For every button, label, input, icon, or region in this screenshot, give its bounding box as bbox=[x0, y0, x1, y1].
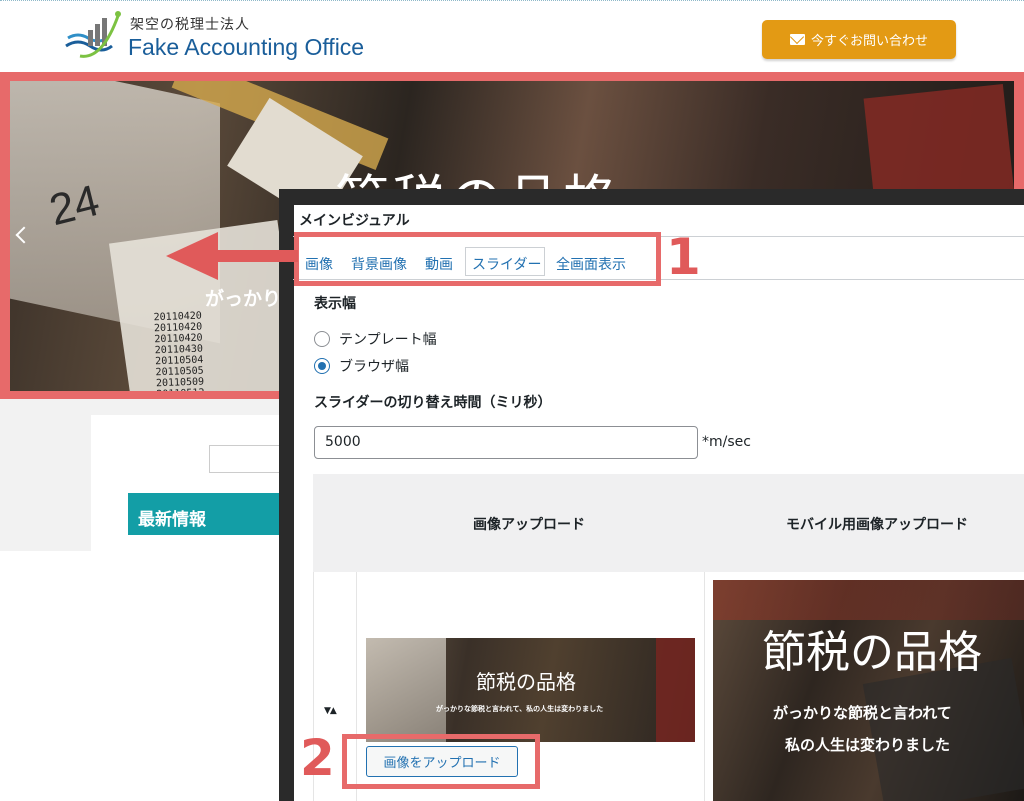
thumb-red bbox=[656, 638, 695, 742]
callout-box-upload bbox=[342, 734, 540, 789]
radio-label: ブラウザ幅 bbox=[339, 359, 409, 375]
callout-box-tabs bbox=[294, 232, 661, 286]
callout-arrow-line bbox=[216, 250, 298, 262]
page: 架空の税理士法人 Fake Accounting Office 今すぐお問い合わ… bbox=[0, 0, 1024, 801]
sort-arrows-icon[interactable]: ▼▲ bbox=[324, 706, 337, 716]
slider-time-unit: *m/sec bbox=[702, 434, 751, 450]
callout-arrow-head bbox=[166, 232, 218, 280]
slider-time-label: スライダーの切り替え時間（ミリ秒） bbox=[314, 395, 552, 411]
display-width-label: 表示幅 bbox=[314, 296, 356, 312]
mobile-image-red bbox=[713, 580, 1024, 620]
thumbnail-title: 節税の品格 bbox=[476, 670, 576, 694]
mobile-image-subtitle-2: 私の人生は変わりました bbox=[785, 736, 951, 754]
contact-button[interactable]: 今すぐお問い合わせ bbox=[762, 20, 956, 59]
search-input[interactable] bbox=[209, 445, 281, 473]
logo-name[interactable]: Fake Accounting Office bbox=[128, 34, 364, 61]
callout-number-2: 2 bbox=[300, 729, 335, 787]
site-header: 架空の税理士法人 Fake Accounting Office 今すぐお問い合わ… bbox=[0, 2, 1024, 72]
radio-label: テンプレート幅 bbox=[339, 332, 437, 348]
thumb-paper bbox=[366, 638, 446, 742]
thumbnail-subtitle: がっかりな節税と言われて、私の人生は変わりました bbox=[436, 705, 604, 713]
radio-template-width[interactable]: テンプレート幅 bbox=[314, 330, 437, 348]
hero-subtitle: がっかり bbox=[205, 288, 282, 310]
radio-button[interactable] bbox=[314, 331, 330, 347]
column-header-image-upload: 画像アップロード bbox=[473, 517, 585, 533]
contact-button-label: 今すぐお問い合わせ bbox=[810, 34, 928, 49]
mobile-image-preview: 節税の品格 がっかりな節税と言われて 私の人生は変わりました bbox=[713, 580, 1024, 801]
panel-title: メインビジュアル bbox=[299, 213, 410, 229]
image-thumbnail: 節税の品格 がっかりな節税と言われて、私の人生は変わりました bbox=[366, 638, 695, 742]
mobile-image-title: 節税の品格 bbox=[762, 627, 982, 678]
logo-subtitle: 架空の税理士法人 bbox=[130, 17, 250, 33]
news-heading: 最新情報 bbox=[128, 493, 280, 535]
radio-button-checked[interactable] bbox=[314, 358, 330, 374]
mail-icon bbox=[789, 34, 805, 45]
logo-icon[interactable] bbox=[62, 8, 122, 68]
column-header-mobile-image-upload: モバイル用画像アップロード bbox=[786, 517, 968, 533]
callout-number-1: 1 bbox=[666, 228, 701, 286]
slider-time-input[interactable]: 5000 bbox=[314, 426, 698, 459]
cell-divider bbox=[704, 572, 705, 801]
mobile-image-subtitle-1: がっかりな節税と言われて bbox=[773, 704, 952, 722]
radio-browser-width[interactable]: ブラウザ幅 bbox=[314, 357, 409, 375]
hero-receipt-numbers: 20110420 20110420 20110420 20110430 2011… bbox=[153, 310, 226, 391]
